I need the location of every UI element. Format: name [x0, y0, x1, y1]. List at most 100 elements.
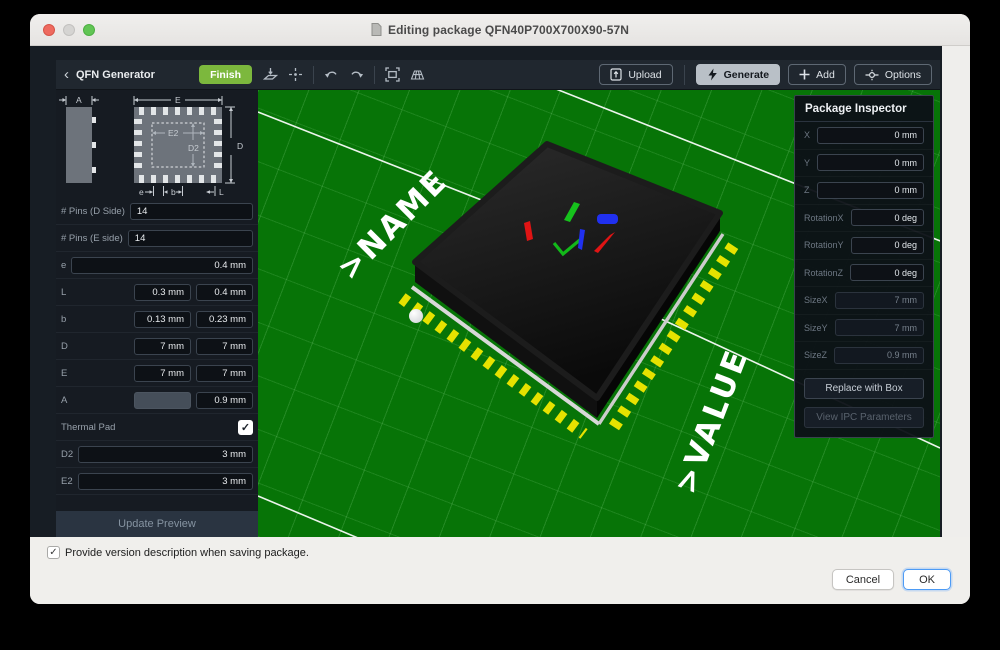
- value-placeholder-text: >VALUE: [668, 344, 756, 499]
- generator-title: QFN Generator: [76, 69, 155, 81]
- inspector-label: RotationZ: [804, 268, 843, 278]
- z-input[interactable]: 0 mm: [817, 182, 925, 199]
- param-row-e: e 0.4 mm: [56, 252, 258, 279]
- cancel-button[interactable]: Cancel: [832, 569, 894, 590]
- pins-e-input[interactable]: 14: [128, 230, 253, 247]
- param-label: A: [61, 395, 67, 406]
- add-label: Add: [816, 69, 835, 81]
- toolbar-separator: [684, 65, 685, 85]
- upload-button[interactable]: Upload: [599, 64, 672, 85]
- close-window-button[interactable]: [43, 24, 55, 36]
- x-input[interactable]: 0 mm: [817, 127, 924, 144]
- d2-input[interactable]: 3 mm: [78, 446, 253, 463]
- add-button[interactable]: Add: [788, 64, 846, 85]
- rotation-y-input[interactable]: 0 deg: [851, 237, 924, 254]
- l-min-input[interactable]: 0.3 mm: [134, 284, 191, 301]
- desktop-background: Editing package QFN40P700X700X90-57N ‹ Q…: [0, 0, 1000, 650]
- pins-d-input[interactable]: 14: [130, 203, 253, 220]
- b-min-input[interactable]: 0.13 mm: [134, 311, 191, 328]
- chip-body: [415, 144, 720, 398]
- param-label: E: [61, 368, 67, 379]
- inspector-label: RotationY: [804, 240, 844, 250]
- version-description-label: Provide version description when saving …: [65, 547, 309, 559]
- traffic-lights: [43, 14, 95, 46]
- ok-button[interactable]: OK: [903, 569, 951, 590]
- fit-view-icon[interactable]: [380, 64, 405, 86]
- minimize-window-button: [63, 24, 75, 36]
- dialog-window: Editing package QFN40P700X700X90-57N ‹ Q…: [30, 14, 970, 604]
- ground-grid-icon[interactable]: [405, 64, 430, 86]
- inspector-row-y: Y 0 mm: [795, 150, 933, 178]
- dialog-footer: ✓ Provide version description when savin…: [30, 537, 970, 604]
- inspector-label: SizeX: [804, 295, 828, 305]
- e-max-input[interactable]: 7 mm: [196, 365, 253, 382]
- version-description-checkbox[interactable]: ✓: [47, 546, 60, 559]
- e-min-input[interactable]: 7 mm: [134, 365, 191, 382]
- inspector-label: Z: [804, 185, 810, 195]
- package-editor: ‹ QFN Generator Finish: [30, 46, 942, 537]
- param-row-thermal-pad: Thermal Pad ✓: [56, 414, 258, 441]
- titlebar: Editing package QFN40P700X700X90-57N: [30, 14, 970, 46]
- replace-with-box-button[interactable]: Replace with Box: [804, 378, 924, 399]
- inspector-label: X: [804, 130, 810, 140]
- d-min-input[interactable]: 7 mm: [134, 338, 191, 355]
- toolbar-separator: [374, 66, 375, 84]
- param-row-l: L 0.3 mm 0.4 mm: [56, 279, 258, 306]
- view-tools: [258, 60, 430, 89]
- toolbar-actions: Upload Generate Add: [599, 64, 940, 85]
- inspector-row-roty: RotationY 0 deg: [795, 232, 933, 260]
- inspector-row-rotz: RotationZ 0 deg: [795, 260, 933, 288]
- inspector-row-sizex: SizeX 7 mm: [795, 287, 933, 315]
- thermal-pad-checkbox[interactable]: ✓: [238, 420, 253, 435]
- param-label: # Pins (D Side): [61, 206, 125, 217]
- rotation-z-input[interactable]: 0 deg: [850, 264, 924, 281]
- param-row-e-body: E 7 mm 7 mm: [56, 360, 258, 387]
- lightning-icon: [707, 68, 718, 81]
- generate-label: Generate: [724, 69, 770, 81]
- finish-button[interactable]: Finish: [199, 65, 252, 84]
- svg-text:e: e: [139, 187, 144, 197]
- size-y-field: 7 mm: [835, 319, 924, 336]
- upload-label: Upload: [628, 69, 661, 81]
- param-label: # Pins (E side): [61, 233, 123, 244]
- param-label: D2: [61, 449, 73, 460]
- svg-text:D2: D2: [188, 143, 199, 153]
- svg-text:E: E: [175, 95, 181, 105]
- generator-header: ‹ QFN Generator Finish: [56, 60, 258, 89]
- inspector-row-rotx: RotationX 0 deg: [795, 205, 933, 233]
- package-dimension-diagram: A: [56, 90, 258, 198]
- inspector-row-z: Z 0 mm: [795, 177, 933, 205]
- back-chevron-icon[interactable]: ‹: [64, 67, 69, 82]
- pitch-e-input[interactable]: 0.4 mm: [71, 257, 253, 274]
- drop-to-board-icon[interactable]: [258, 64, 283, 86]
- a-max-input[interactable]: 0.9 mm: [196, 392, 253, 409]
- update-preview-button[interactable]: Update Preview: [56, 511, 258, 537]
- origin-crosshair-icon[interactable]: [283, 64, 308, 86]
- rotation-x-input[interactable]: 0 deg: [851, 209, 924, 226]
- y-input[interactable]: 0 mm: [817, 154, 924, 171]
- param-label: Thermal Pad: [61, 422, 115, 433]
- param-row-b: b 0.13 mm 0.23 mm: [56, 306, 258, 333]
- e2-input[interactable]: 3 mm: [78, 473, 253, 490]
- redo-icon[interactable]: [344, 64, 369, 86]
- l-max-input[interactable]: 0.4 mm: [196, 284, 253, 301]
- param-label: D: [61, 341, 68, 352]
- plus-icon: [799, 69, 810, 80]
- param-row-pins-d: # Pins (D Side) 14: [56, 198, 258, 225]
- param-row-d2: D2 3 mm: [56, 441, 258, 468]
- generate-button[interactable]: Generate: [696, 64, 781, 85]
- d-max-input[interactable]: 7 mm: [196, 338, 253, 355]
- options-button[interactable]: Options: [854, 64, 932, 85]
- inspector-row-sizez: SizeZ 0.9 mm: [795, 342, 933, 370]
- options-label: Options: [885, 69, 921, 81]
- b-max-input[interactable]: 0.23 mm: [196, 311, 253, 328]
- origin-sphere: [409, 309, 423, 323]
- param-label: e: [61, 260, 66, 271]
- qfn-generator-panel: A: [56, 90, 258, 537]
- a-min-input[interactable]: [134, 392, 191, 409]
- undo-icon[interactable]: [319, 64, 344, 86]
- inspector-row-x: X 0 mm: [795, 122, 933, 150]
- zoom-window-button[interactable]: [83, 24, 95, 36]
- size-x-field: 7 mm: [835, 292, 924, 309]
- 3d-viewport[interactable]: >NAME >VALUE Package Inspector X 0 mm Y …: [258, 90, 940, 537]
